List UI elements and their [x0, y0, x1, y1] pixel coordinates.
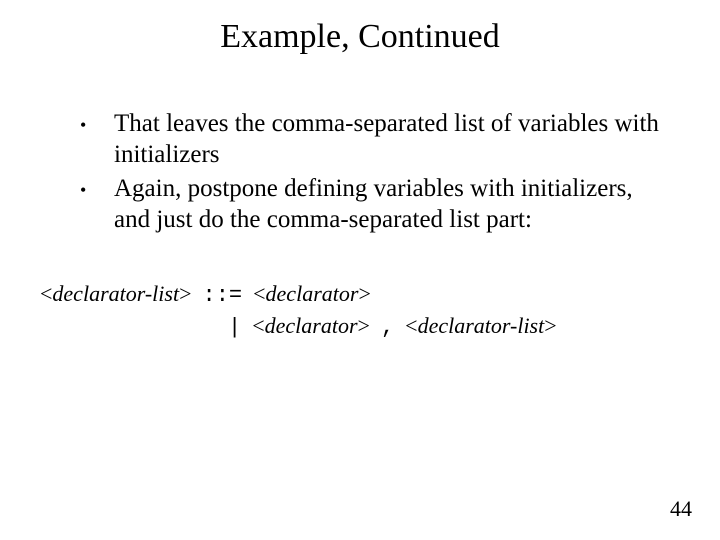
- angle-open: <: [40, 281, 52, 306]
- nonterminal-lhs: declarator-list: [52, 281, 179, 306]
- grammar-operator: ::=: [203, 283, 243, 308]
- alt-bar: |: [228, 315, 241, 340]
- nonterminal-rhs: declarator: [266, 281, 359, 306]
- bullet-icon: •: [80, 108, 114, 137]
- angle-close: >: [358, 281, 370, 306]
- angle-close: >: [358, 313, 370, 338]
- bullet-icon: •: [80, 173, 114, 202]
- angle-close: >: [179, 281, 191, 306]
- page-number: 44: [670, 496, 692, 522]
- nonterminal-rhs: declarator: [265, 313, 358, 338]
- list-item: • That leaves the comma-separated list o…: [80, 108, 674, 171]
- slide-title: Example, Continued: [36, 18, 684, 56]
- bullet-text: That leaves the comma-separated list of …: [114, 108, 674, 171]
- angle-open: <: [252, 313, 264, 338]
- angle-close: >: [544, 313, 556, 338]
- grammar-block: <declarator-list> ::= <declarator> | <de…: [40, 279, 684, 342]
- bullet-list: • That leaves the comma-separated list o…: [80, 108, 674, 235]
- angle-open: <: [405, 313, 417, 338]
- grammar-alternative: | <declarator> , <declarator-list>: [228, 311, 684, 343]
- nonterminal-rhs: declarator-list: [418, 313, 545, 338]
- terminal-comma: ,: [381, 315, 394, 340]
- grammar-production: <declarator-list> ::= <declarator>: [40, 279, 684, 311]
- bullet-text: Again, postpone defining variables with …: [114, 173, 674, 236]
- slide: Example, Continued • That leaves the com…: [0, 0, 720, 540]
- angle-open: <: [253, 281, 265, 306]
- list-item: • Again, postpone defining variables wit…: [80, 173, 674, 236]
